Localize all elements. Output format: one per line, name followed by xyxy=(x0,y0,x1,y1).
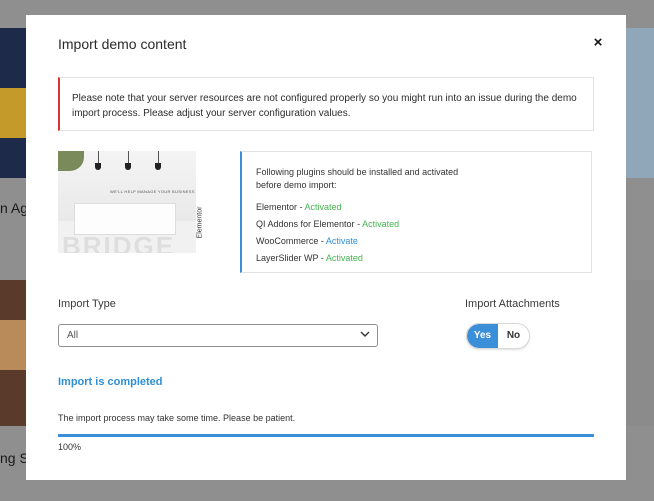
close-button[interactable]: × xyxy=(591,35,605,51)
elementor-brand-text: Elementor xyxy=(196,206,204,239)
progress-bar-fill xyxy=(58,434,594,437)
import-attachments-toggle[interactable]: Yes No xyxy=(466,323,530,349)
background-card xyxy=(626,28,654,178)
server-warning-notice: Please note that your server resources a… xyxy=(58,77,594,131)
plugin-status-activated: Activated xyxy=(362,219,400,229)
plugin-separator: - xyxy=(318,253,326,263)
background-card xyxy=(626,280,654,426)
import-progress-bar xyxy=(58,434,594,437)
plugin-activate-link[interactable]: Activate xyxy=(326,236,358,246)
import-status-message: Import is completed xyxy=(58,376,163,388)
background-card-title: ng S xyxy=(0,450,29,466)
plugin-row: WooCommerce - Activate xyxy=(256,233,577,250)
modal-title: Import demo content xyxy=(58,36,187,52)
plugin-row: LayerSlider WP - Activated xyxy=(256,250,577,267)
plugin-status-activated: Activated xyxy=(304,202,342,212)
preview-lamp-cord xyxy=(128,151,129,163)
background-card xyxy=(0,280,26,426)
elementor-brand-logo: Elementor xyxy=(196,203,212,253)
background-card-title: n Ag xyxy=(0,200,29,216)
patience-text: The import process may take some time. P… xyxy=(58,413,296,423)
plugin-separator: - xyxy=(297,202,305,212)
plugin-name: LayerSlider WP xyxy=(256,253,319,263)
import-demo-modal: Import demo content × Please note that y… xyxy=(26,15,626,480)
attachments-yes-button[interactable]: Yes xyxy=(467,324,498,348)
chevron-down-icon xyxy=(359,328,371,342)
plugin-name: WooCommerce xyxy=(256,236,319,246)
plugin-separator: - xyxy=(354,219,363,229)
import-type-label: Import Type xyxy=(58,298,116,310)
demo-preview-image: WE'LL HELP MANAGE YOUR BUSINESS BRIDGE xyxy=(58,151,196,253)
preview-lamp xyxy=(125,163,131,170)
preview-big-word: BRIDGE xyxy=(62,231,176,253)
plugin-row: Elementor - Activated xyxy=(256,199,577,216)
plugin-row: QI Addons for Elementor - Activated xyxy=(256,216,577,233)
plugins-intro: Following plugins should be installed an… xyxy=(256,167,459,190)
preview-lamp-cord xyxy=(158,151,159,163)
background-card-image xyxy=(0,88,26,138)
preview-lamp xyxy=(95,163,101,170)
plugin-name: QI Addons for Elementor xyxy=(256,219,355,229)
import-attachments-label: Import Attachments xyxy=(465,298,560,310)
import-type-selected-value: All xyxy=(67,330,79,341)
attachments-no-button[interactable]: No xyxy=(498,324,529,348)
plugin-name: Elementor xyxy=(256,202,298,212)
import-type-select[interactable]: All xyxy=(58,324,378,347)
preview-lamp xyxy=(155,163,161,170)
required-plugins-panel: Following plugins should be installed an… xyxy=(240,151,592,273)
progress-percent: 100% xyxy=(58,442,82,452)
background-card xyxy=(0,28,26,178)
preview-headline: WE'LL HELP MANAGE YOUR BUSINESS xyxy=(110,189,195,194)
plugin-status-activated: Activated xyxy=(325,253,363,263)
plugin-separator: - xyxy=(318,236,326,246)
background-card-image xyxy=(0,320,26,370)
preview-lamp-cord xyxy=(98,151,99,163)
